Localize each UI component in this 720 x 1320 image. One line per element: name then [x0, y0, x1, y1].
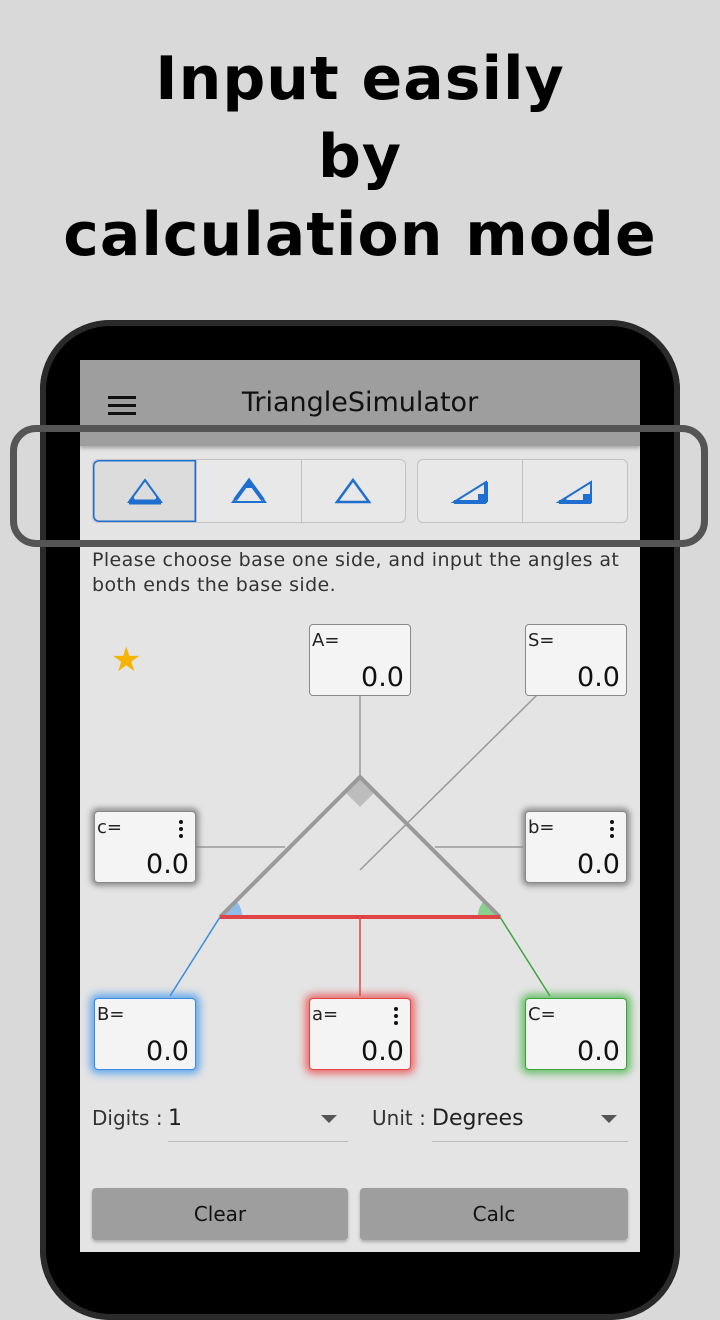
- field-area-S-label: S=: [528, 630, 555, 651]
- mode-highlight-frame: [10, 425, 708, 547]
- unit-underline: [432, 1141, 628, 1142]
- calc-button[interactable]: Calc: [360, 1188, 628, 1240]
- field-side-c[interactable]: c= 0.0: [94, 811, 196, 883]
- more-options-icon[interactable]: [610, 820, 614, 841]
- field-side-b[interactable]: b= 0.0: [525, 811, 627, 883]
- clear-button[interactable]: Clear: [92, 1188, 348, 1240]
- field-angle-B-label: B=: [97, 1004, 125, 1025]
- unit-value: Degrees: [432, 1106, 524, 1131]
- field-angle-B[interactable]: B= 0.0: [94, 998, 196, 1070]
- digits-dropdown-icon[interactable]: [321, 1115, 337, 1123]
- more-options-icon[interactable]: [394, 1007, 398, 1028]
- more-options-icon[interactable]: [179, 820, 183, 841]
- unit-dropdown-icon[interactable]: [601, 1115, 617, 1123]
- field-side-b-label: b=: [528, 817, 555, 838]
- field-angle-A-label: A=: [312, 630, 340, 651]
- field-area-S[interactable]: S= 0.0: [525, 624, 627, 696]
- field-side-a-label: a=: [312, 1004, 339, 1025]
- digits-value: 1: [168, 1106, 182, 1131]
- field-angle-B-value: 0.0: [146, 1036, 189, 1067]
- headline: Input easily by calculation mode: [0, 40, 720, 274]
- headline-line-3: calculation mode: [63, 200, 657, 270]
- field-angle-C-value: 0.0: [577, 1036, 620, 1067]
- field-angle-C-label: C=: [528, 1004, 556, 1025]
- field-angle-A-value: 0.0: [361, 662, 404, 693]
- field-side-a-value: 0.0: [361, 1036, 404, 1067]
- field-side-c-value: 0.0: [146, 849, 189, 880]
- headline-line-1: Input easily: [155, 44, 565, 114]
- headline-line-2: by: [317, 122, 403, 192]
- field-side-c-label: c=: [97, 817, 122, 838]
- field-angle-A[interactable]: A= 0.0: [309, 624, 411, 696]
- field-angle-C[interactable]: C= 0.0: [525, 998, 627, 1070]
- digits-underline: [168, 1141, 348, 1142]
- unit-label: Unit :: [372, 1106, 426, 1130]
- digits-label: Digits :: [92, 1106, 163, 1130]
- field-area-S-value: 0.0: [577, 662, 620, 693]
- field-side-b-value: 0.0: [577, 849, 620, 880]
- field-side-a[interactable]: a= 0.0: [309, 998, 411, 1070]
